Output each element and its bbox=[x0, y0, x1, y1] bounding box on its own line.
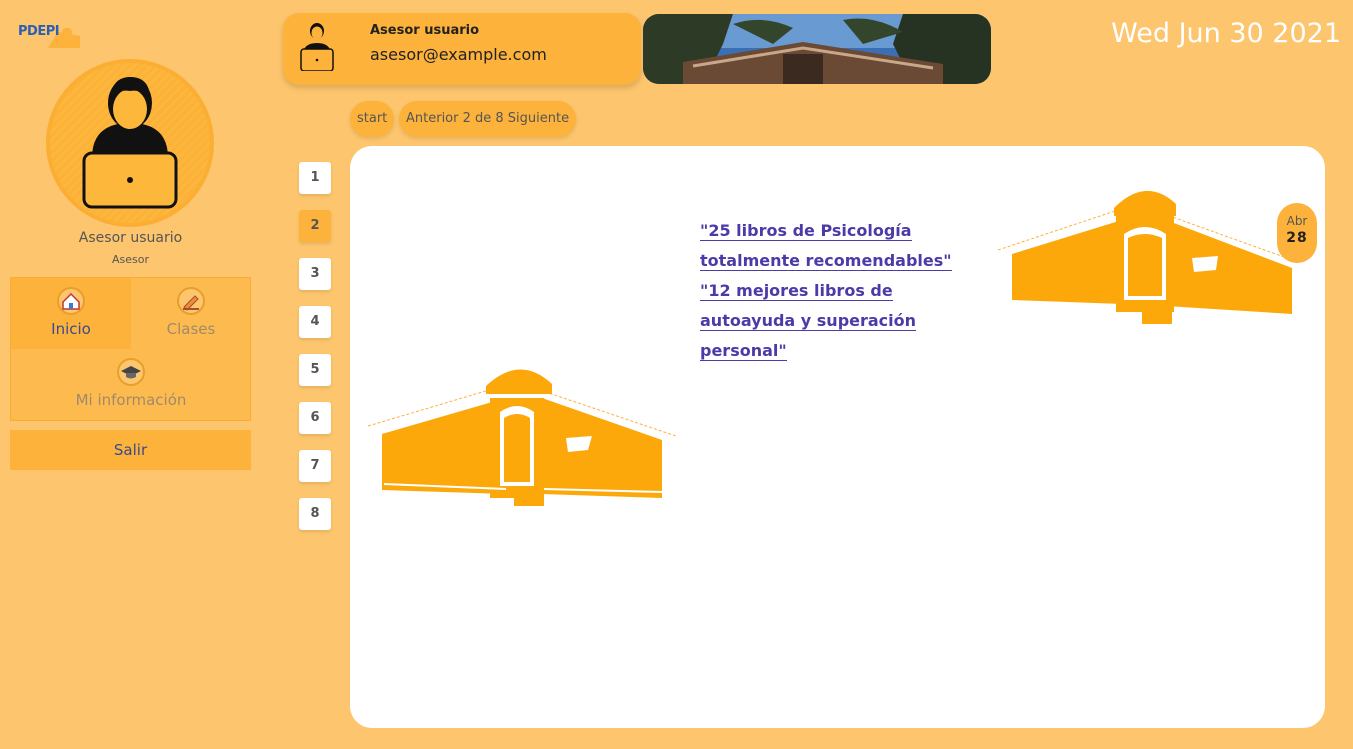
building-illustration bbox=[997, 190, 1299, 324]
user-laptop-icon bbox=[82, 77, 178, 209]
header-user-email: asesor@example.com bbox=[370, 45, 547, 64]
start-button[interactable]: start bbox=[350, 101, 395, 137]
user-laptop-icon bbox=[300, 23, 334, 71]
sidebar-item-label: Mi información bbox=[75, 391, 187, 409]
post-panel: "25 libros de Psicología totalmente reco… bbox=[350, 146, 1325, 728]
building-illustration bbox=[367, 369, 677, 506]
post-link-1[interactable]: "25 libros de Psicología totalmente reco… bbox=[700, 221, 952, 271]
sidebar-item-label: Clases bbox=[166, 320, 216, 338]
post-date-day: 28 bbox=[1286, 230, 1308, 246]
page-8-button[interactable]: 8 bbox=[299, 498, 331, 530]
post-date-badge: Abr 28 bbox=[1277, 203, 1317, 263]
avatar bbox=[46, 59, 214, 227]
sidebar-user-name: Asesor usuario bbox=[78, 230, 183, 246]
post-date-month: Abr bbox=[1286, 214, 1308, 228]
sidebar-user-role: Asesor bbox=[111, 253, 149, 266]
header-user-name: Asesor usuario bbox=[370, 23, 480, 38]
graduation-cap-icon bbox=[117, 358, 145, 386]
page-3-button[interactable]: 3 bbox=[299, 258, 331, 290]
sidebar-item-mi-informacion[interactable]: Mi información bbox=[71, 349, 191, 420]
sidebar-item-inicio[interactable]: Inicio bbox=[11, 278, 131, 349]
page-1-button[interactable]: 1 bbox=[299, 162, 331, 194]
page-2-button[interactable]: 2 bbox=[299, 210, 331, 242]
header-photo bbox=[643, 14, 991, 84]
page-5-button[interactable]: 5 bbox=[299, 354, 331, 386]
logout-button[interactable]: Salir bbox=[10, 430, 251, 470]
page-navigation[interactable]: Anterior 2 de 8 Siguiente bbox=[399, 101, 577, 137]
page-6-button[interactable]: 6 bbox=[299, 402, 331, 434]
post-links: "25 libros de Psicología totalmente reco… bbox=[700, 216, 990, 366]
logo-text: PDEPI bbox=[18, 24, 60, 39]
page-7-button[interactable]: 7 bbox=[299, 450, 331, 482]
post-link-2[interactable]: "12 mejores libros de autoayuda y supera… bbox=[700, 281, 917, 361]
sidebar-item-label: Inicio bbox=[51, 320, 91, 338]
app-logo[interactable]: PDEPI bbox=[18, 22, 82, 50]
sidebar-item-clases[interactable]: Clases bbox=[131, 278, 251, 349]
page-4-button[interactable]: 4 bbox=[299, 306, 331, 338]
sidebar-nav: Inicio Clases Mi información bbox=[10, 277, 251, 421]
pencil-icon bbox=[177, 287, 205, 315]
user-card: Asesor usuario asesor@example.com bbox=[283, 13, 641, 85]
current-date: Wed Jun 30 2021 bbox=[1111, 18, 1341, 49]
home-icon bbox=[57, 287, 85, 315]
